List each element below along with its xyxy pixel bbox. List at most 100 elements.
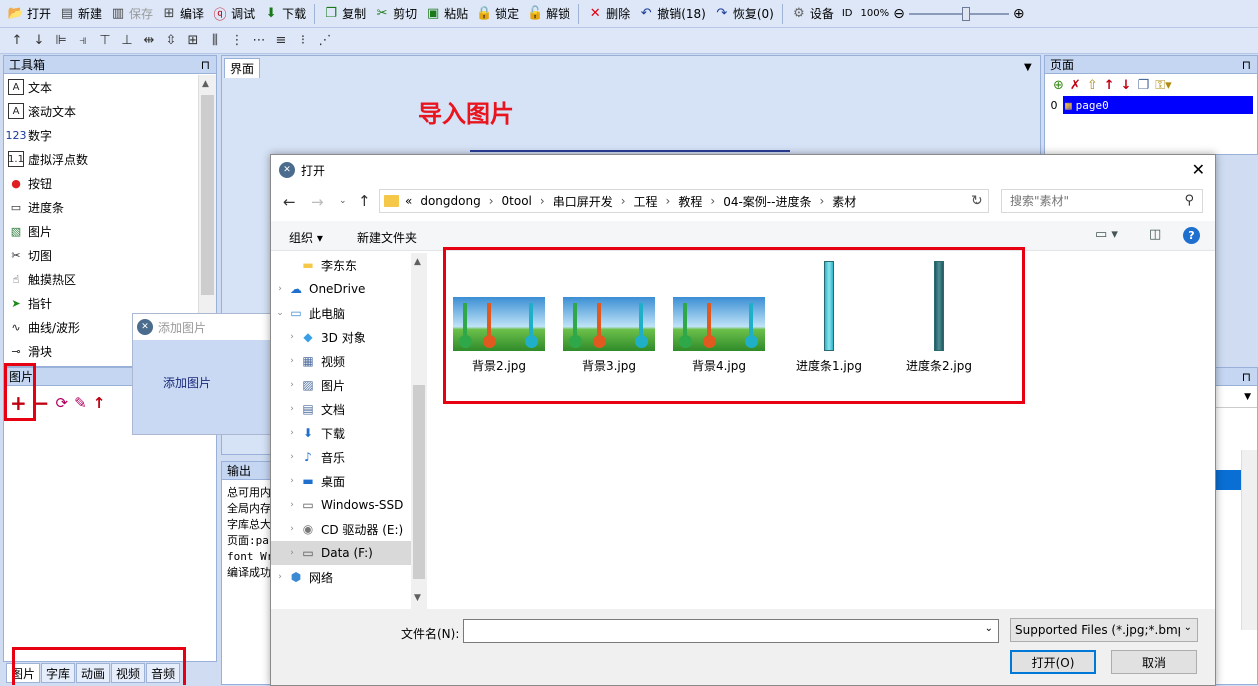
properties-scrollbar[interactable] xyxy=(1241,450,1257,630)
tree-item[interactable]: › ▨ 图片 xyxy=(271,373,411,397)
distribute-h-icon[interactable]: ⫼ xyxy=(204,31,226,51)
toolbox-item[interactable]: ☝ 触摸热区 xyxy=(4,267,198,291)
distribute-v2-icon[interactable]: ⁝ xyxy=(292,31,314,51)
toolbox-item[interactable]: ▭ 进度条 xyxy=(4,195,198,219)
organize-button[interactable]: 组织 ▾ xyxy=(289,229,323,246)
chevron-right-icon[interactable]: › xyxy=(285,476,299,486)
tree-scroll-down-icon[interactable]: ▼ xyxy=(414,593,421,603)
tree-item[interactable]: › ⬢ 网络 xyxy=(271,565,411,589)
tree-item[interactable]: › ▤ 文档 xyxy=(271,397,411,421)
zoom-out-icon[interactable]: ⊖ xyxy=(893,6,905,22)
popup-body[interactable]: 添加图片 xyxy=(163,374,211,391)
chevron-right-icon[interactable]: › xyxy=(285,332,299,342)
breadcrumb-item[interactable]: dongdong xyxy=(420,194,480,208)
chevron-right-icon[interactable]: › xyxy=(273,572,287,582)
breadcrumb-item[interactable]: 工程 xyxy=(634,193,658,210)
filename-dropdown-icon[interactable]: ⌄ xyxy=(985,623,993,634)
toolbox-item[interactable]: 123 数字 xyxy=(4,123,198,147)
breadcrumb-item[interactable]: 04-案例--进度条 xyxy=(723,193,811,210)
lock-button[interactable]: 🔒 锁定 xyxy=(472,3,523,25)
search-icon[interactable]: ⚲ xyxy=(1184,193,1194,208)
chevron-right-icon[interactable]: › xyxy=(285,452,299,462)
breadcrumb-item[interactable]: 素材 xyxy=(832,193,856,210)
properties-dropdown[interactable]: ▼ xyxy=(1211,386,1257,408)
chevron-right-icon[interactable]: › xyxy=(285,524,299,534)
search-input[interactable] xyxy=(1010,194,1170,208)
tree-scroll-up-icon[interactable]: ▲ xyxy=(414,257,421,267)
zoom-in-icon[interactable]: ⊕ xyxy=(1013,6,1025,22)
distribute-v-icon[interactable]: ≡ xyxy=(270,31,292,51)
output-tab[interactable]: 输出 xyxy=(227,462,251,479)
breadcrumb-item[interactable]: 串口屏开发 xyxy=(553,193,613,210)
toolbox-item[interactable]: 1.1 虚拟浮点数 xyxy=(4,147,198,171)
cut-button[interactable]: ✂ 剪切 xyxy=(370,3,421,25)
gear-button[interactable]: ⚙ 设备 xyxy=(787,3,838,25)
zoom-slider[interactable] xyxy=(908,6,1009,21)
chevron-right-icon[interactable]: › xyxy=(285,380,299,390)
new-folder-button[interactable]: 新建文件夹 xyxy=(357,229,417,246)
move-up-icon[interactable]: ↑ xyxy=(93,394,106,412)
tree-item[interactable]: ▬ 李东东 xyxy=(271,253,411,277)
preview-pane-icon[interactable]: ◫ xyxy=(1149,227,1161,242)
scroll-up-icon[interactable]: ▲ xyxy=(202,79,209,89)
toolbox-item[interactable]: ✂ 切图 xyxy=(4,243,198,267)
delete-page-icon[interactable]: ✗ xyxy=(1070,78,1081,93)
toolbox-item[interactable]: A 文本 xyxy=(4,75,198,99)
chevron-right-icon[interactable]: › xyxy=(285,548,299,558)
distribute-v3-icon[interactable]: ⋰ xyxy=(314,31,336,51)
folder-open-button[interactable]: 📂 打开 xyxy=(4,3,55,25)
open-button[interactable]: 打开(O) xyxy=(1010,650,1096,674)
breadcrumb-item[interactable]: 教程 xyxy=(678,193,702,210)
replace-picture-icon[interactable]: ⟳ xyxy=(56,394,69,412)
cancel-button[interactable]: 取消 xyxy=(1111,650,1197,674)
page-down-icon[interactable]: ↓ xyxy=(1121,78,1132,93)
breadcrumb-item[interactable]: « xyxy=(405,194,412,208)
compile-button[interactable]: ⊞ 编译 xyxy=(157,3,208,25)
align-center-h-icon[interactable]: ⇳ xyxy=(160,31,182,51)
edit-picture-icon[interactable]: ✎ xyxy=(74,394,87,412)
delete-button[interactable]: ✕ 删除 xyxy=(583,3,634,25)
save-button[interactable]: ▥ 保存 xyxy=(106,3,157,25)
insert-page-icon[interactable]: ⇧ xyxy=(1087,78,1098,93)
breadcrumb-item[interactable]: 0tool xyxy=(502,194,532,208)
canvas-dropdown-icon[interactable]: ▼ xyxy=(1024,62,1032,73)
paste-button[interactable]: ▣ 粘贴 xyxy=(421,3,472,25)
tree-item[interactable]: › ▬ 桌面 xyxy=(271,469,411,493)
filename-field[interactable]: ⌄ xyxy=(463,619,999,643)
pin-icon[interactable]: ⊓ xyxy=(1242,370,1251,384)
forward-icon[interactable]: → xyxy=(311,193,324,211)
tree-item[interactable]: › ▭ Windows-SSD xyxy=(271,493,411,517)
distribute-h3-icon[interactable]: ⋯ xyxy=(248,31,270,51)
help-icon[interactable]: ? xyxy=(1183,227,1200,244)
pin-icon[interactable]: ⊓ xyxy=(1242,58,1251,72)
chevron-right-icon[interactable]: › xyxy=(273,284,287,294)
filetype-select[interactable]: Supported Files (*.jpg;*.bmp ⌄ xyxy=(1010,618,1198,642)
tree-item[interactable]: › ◉ CD 驱动器 (E:) xyxy=(271,517,411,541)
canvas-tab[interactable]: 界面 xyxy=(224,58,260,78)
page-more-icon[interactable]: ⚿▾ xyxy=(1155,78,1171,93)
up-icon[interactable]: ↑ xyxy=(358,192,371,210)
align-up-icon[interactable]: ↑ xyxy=(6,31,28,51)
tree-item[interactable]: › ▦ 视频 xyxy=(271,349,411,373)
chevron-right-icon[interactable]: › xyxy=(285,500,299,510)
toolbox-item[interactable]: A 滚动文本 xyxy=(4,99,198,123)
align-center-v-icon[interactable]: ⇹ xyxy=(138,31,160,51)
id-label[interactable]: ID xyxy=(838,3,857,25)
tree-item[interactable]: › ◆ 3D 对象 xyxy=(271,325,411,349)
chevron-right-icon[interactable]: › xyxy=(285,404,299,414)
download-button[interactable]: ⬇ 下载 xyxy=(259,3,310,25)
tree-scrollbar[interactable]: ▲ ▼ xyxy=(411,253,427,609)
align-left-icon[interactable]: ⊫ xyxy=(50,31,72,51)
tree-item[interactable]: › ▭ Data (F:) xyxy=(271,541,411,565)
debug-button[interactable]: ⓠ 调试 xyxy=(208,3,259,25)
tree-item[interactable]: › ⬇ 下载 xyxy=(271,421,411,445)
align-top-icon[interactable]: ⊤ xyxy=(94,31,116,51)
close-icon[interactable]: ✕ xyxy=(1192,160,1205,179)
tree-item[interactable]: › ♪ 音乐 xyxy=(271,445,411,469)
toolbox-item[interactable]: ● 按钮 xyxy=(4,171,198,195)
copy-page-icon[interactable]: ❐ xyxy=(1138,78,1150,93)
search-box[interactable]: ⚲ xyxy=(1001,189,1203,213)
toolbox-item[interactable]: ▧ 图片 xyxy=(4,219,198,243)
align-right-icon[interactable]: ⫣ xyxy=(72,31,94,51)
address-bar[interactable]: « dongdong › 0tool › 串口屏开发 › 工程 › 教程 › 04-案例--进度条 › 素… xyxy=(379,189,989,213)
